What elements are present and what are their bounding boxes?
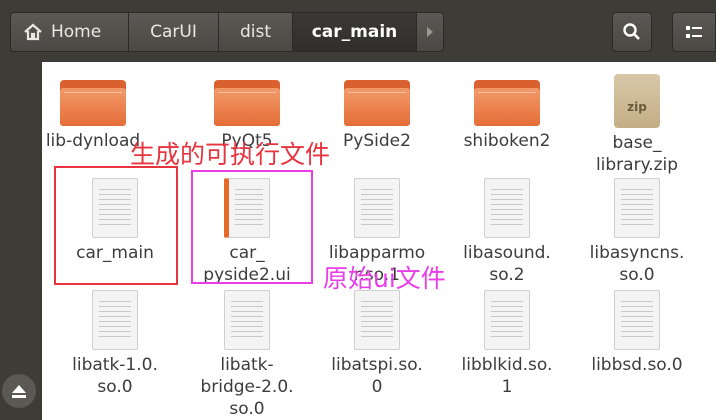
breadcrumb-car-main-label: car_main (311, 22, 398, 42)
file-name: libatk- bridge-2.0. so.0 (200, 355, 294, 419)
document-icon (92, 290, 138, 350)
toolbar: Home CarUI dist car_main (0, 0, 716, 62)
home-icon (24, 23, 42, 41)
breadcrumb: Home CarUI dist car_main (10, 12, 444, 54)
view-options-button[interactable] (672, 12, 716, 52)
breadcrumb-home[interactable]: Home (10, 12, 128, 52)
file-item[interactable]: libasound. so.2 (442, 178, 572, 286)
folder-icon (60, 74, 126, 126)
file-item[interactable]: PySide2 (312, 74, 442, 152)
chevron-right-icon (427, 27, 433, 37)
breadcrumb-dist[interactable]: dist (218, 12, 292, 52)
document-icon (614, 178, 660, 238)
file-name: PySide2 (343, 131, 411, 151)
executable-highlight-box (54, 166, 178, 285)
eject-icon (12, 385, 26, 398)
file-name: libblkid.so. 1 (461, 355, 553, 397)
breadcrumb-carui[interactable]: CarUI (128, 12, 218, 52)
zip-archive-icon: zip (614, 74, 660, 128)
search-icon (623, 23, 640, 40)
file-name: lib-dynload (45, 131, 141, 151)
document-icon (224, 290, 270, 350)
file-item[interactable]: zip base_ library.zip (572, 74, 702, 176)
file-item[interactable]: libatk-1.0. so.0 (50, 290, 180, 398)
search-button[interactable] (612, 12, 652, 52)
document-icon (354, 290, 400, 350)
document-icon (614, 290, 660, 350)
file-name: libatspi.so. 0 (331, 355, 423, 397)
ui-file-annotation: 原始ui文件 (323, 264, 446, 293)
file-item[interactable]: shiboken2 (442, 74, 572, 152)
file-name: libasound. so.2 (463, 243, 551, 285)
file-item[interactable]: libatk- bridge-2.0. so.0 (182, 290, 312, 420)
breadcrumb-carui-label: CarUI (150, 22, 197, 42)
file-item[interactable]: libatspi.so. 0 (312, 290, 442, 398)
folder-icon (214, 74, 280, 126)
file-name: libbsd.so.0 (591, 355, 683, 375)
breadcrumb-forward-button[interactable] (416, 12, 444, 52)
document-icon (484, 178, 530, 238)
list-view-icon (686, 26, 702, 38)
file-item[interactable]: libblkid.so. 1 (442, 290, 572, 398)
file-name: shiboken2 (463, 131, 551, 151)
breadcrumb-car-main[interactable]: car_main (292, 12, 416, 52)
breadcrumb-dist-label: dist (239, 22, 272, 42)
file-name: base_ library.zip (595, 133, 679, 175)
file-item[interactable]: libasyncns. so.0 (572, 178, 702, 286)
file-item[interactable]: libbsd.so.0 (572, 290, 702, 376)
document-icon (354, 178, 400, 238)
zip-badge: zip (627, 100, 647, 114)
file-name: libatk-1.0. so.0 (72, 355, 158, 397)
document-icon (484, 290, 530, 350)
ui-file-highlight-box (191, 170, 313, 284)
folder-icon (474, 74, 540, 126)
folder-icon (344, 74, 410, 126)
eject-button[interactable] (2, 374, 36, 408)
executable-annotation: 生成的可执行文件 (130, 140, 331, 169)
breadcrumb-home-label: Home (51, 22, 102, 42)
file-name: libasyncns. so.0 (589, 243, 685, 285)
